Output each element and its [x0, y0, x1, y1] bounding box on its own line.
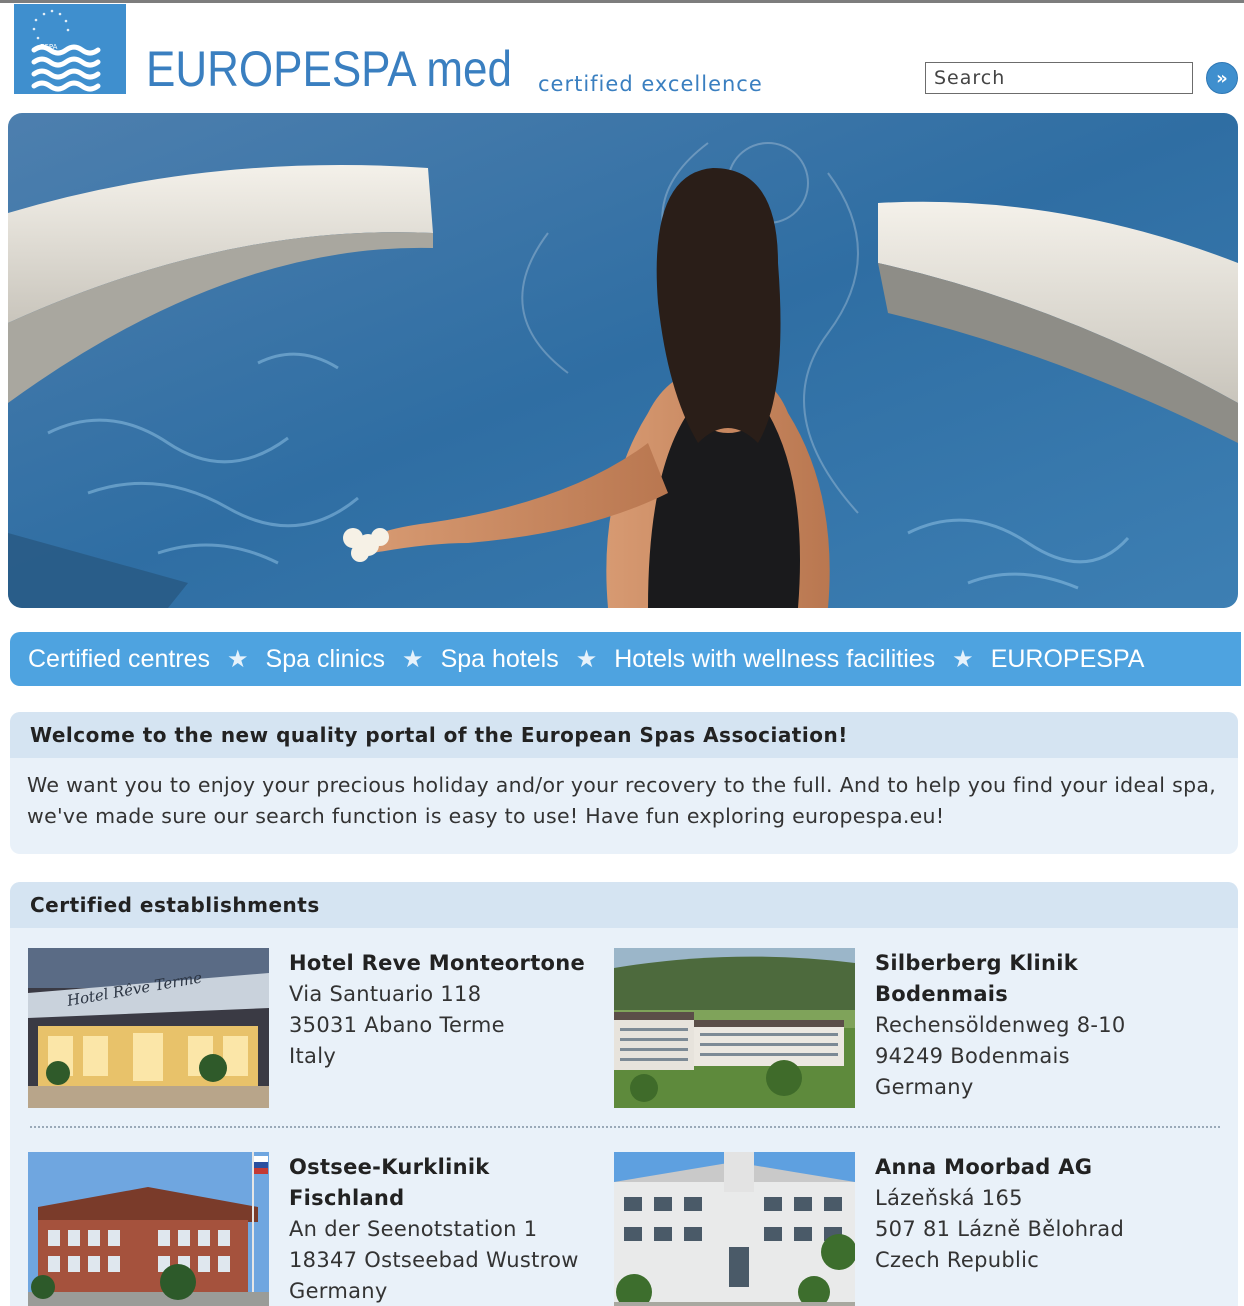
- divider: [30, 1126, 1220, 1128]
- establishment-photo[interactable]: [614, 1152, 855, 1306]
- search-input[interactable]: [925, 62, 1193, 94]
- nav-item-europespa[interactable]: EUROPESPA: [991, 645, 1145, 674]
- address-country: Italy: [289, 1044, 337, 1068]
- address-country: Germany: [289, 1279, 388, 1303]
- star-icon: ★: [227, 645, 249, 673]
- logo[interactable]: ESPA: [14, 4, 126, 94]
- welcome-box: Welcome to the new quality portal of the…: [10, 712, 1238, 854]
- establishment-name[interactable]: Anna Moorbad AG: [875, 1152, 1185, 1183]
- address-street: Via Santuario 118: [289, 982, 482, 1006]
- star-icon: ★: [402, 645, 424, 673]
- address-city: 507 81 Lázně Bělohrad: [875, 1217, 1125, 1241]
- establishment-name[interactable]: Silberberg Klinik Bodenmais: [875, 948, 1185, 1010]
- top-border: [0, 0, 1244, 3]
- address-country: Czech Republic: [875, 1248, 1040, 1272]
- address-street: An der Seenotstation 1: [289, 1217, 538, 1241]
- address-street: Rechensöldenweg 8-10: [875, 1013, 1126, 1037]
- double-chevron-right-icon: »: [1216, 67, 1228, 89]
- address-street: Lázeňská 165: [875, 1186, 1023, 1210]
- search-button[interactable]: »: [1206, 62, 1238, 94]
- nav-item-spa-clinics[interactable]: Spa clinics: [266, 645, 386, 674]
- brand-tagline: certified excellence: [538, 72, 763, 96]
- brand-title: EUROPESPA med: [146, 41, 512, 97]
- establishments-heading: Certified establishments: [10, 882, 1238, 928]
- hero-image: [8, 113, 1238, 608]
- establishments-box: Certified establishments Hotel Rêve Term…: [10, 882, 1238, 1306]
- welcome-text: We want you to enjoy your precious holid…: [27, 773, 1217, 828]
- nav-item-certified-centres[interactable]: Certified centres: [28, 645, 210, 674]
- nav-item-spa-hotels[interactable]: Spa hotels: [441, 645, 559, 674]
- address-country: Germany: [875, 1075, 974, 1099]
- establishment-photo[interactable]: [28, 1152, 269, 1306]
- establishment-name[interactable]: Ostsee-Kurklinik Fischland: [289, 1152, 599, 1214]
- establishment-name[interactable]: Hotel Reve Monteortone: [289, 948, 599, 979]
- address-city: 18347 Ostseebad Wustrow: [289, 1248, 579, 1272]
- address-city: 35031 Abano Terme: [289, 1013, 505, 1037]
- star-icon: ★: [575, 645, 598, 673]
- nav-item-wellness-hotels[interactable]: Hotels with wellness facilities: [614, 645, 935, 674]
- address-city: 94249 Bodenmais: [875, 1044, 1070, 1068]
- star-icon: ★: [952, 645, 974, 673]
- welcome-heading: Welcome to the new quality portal of the…: [10, 712, 1238, 758]
- main-nav: Certified centres ★ Spa clinics ★ Spa ho…: [10, 632, 1241, 686]
- establishment-photo[interactable]: Hotel Rêve Terme: [28, 948, 269, 1108]
- establishment-photo[interactable]: [614, 948, 855, 1108]
